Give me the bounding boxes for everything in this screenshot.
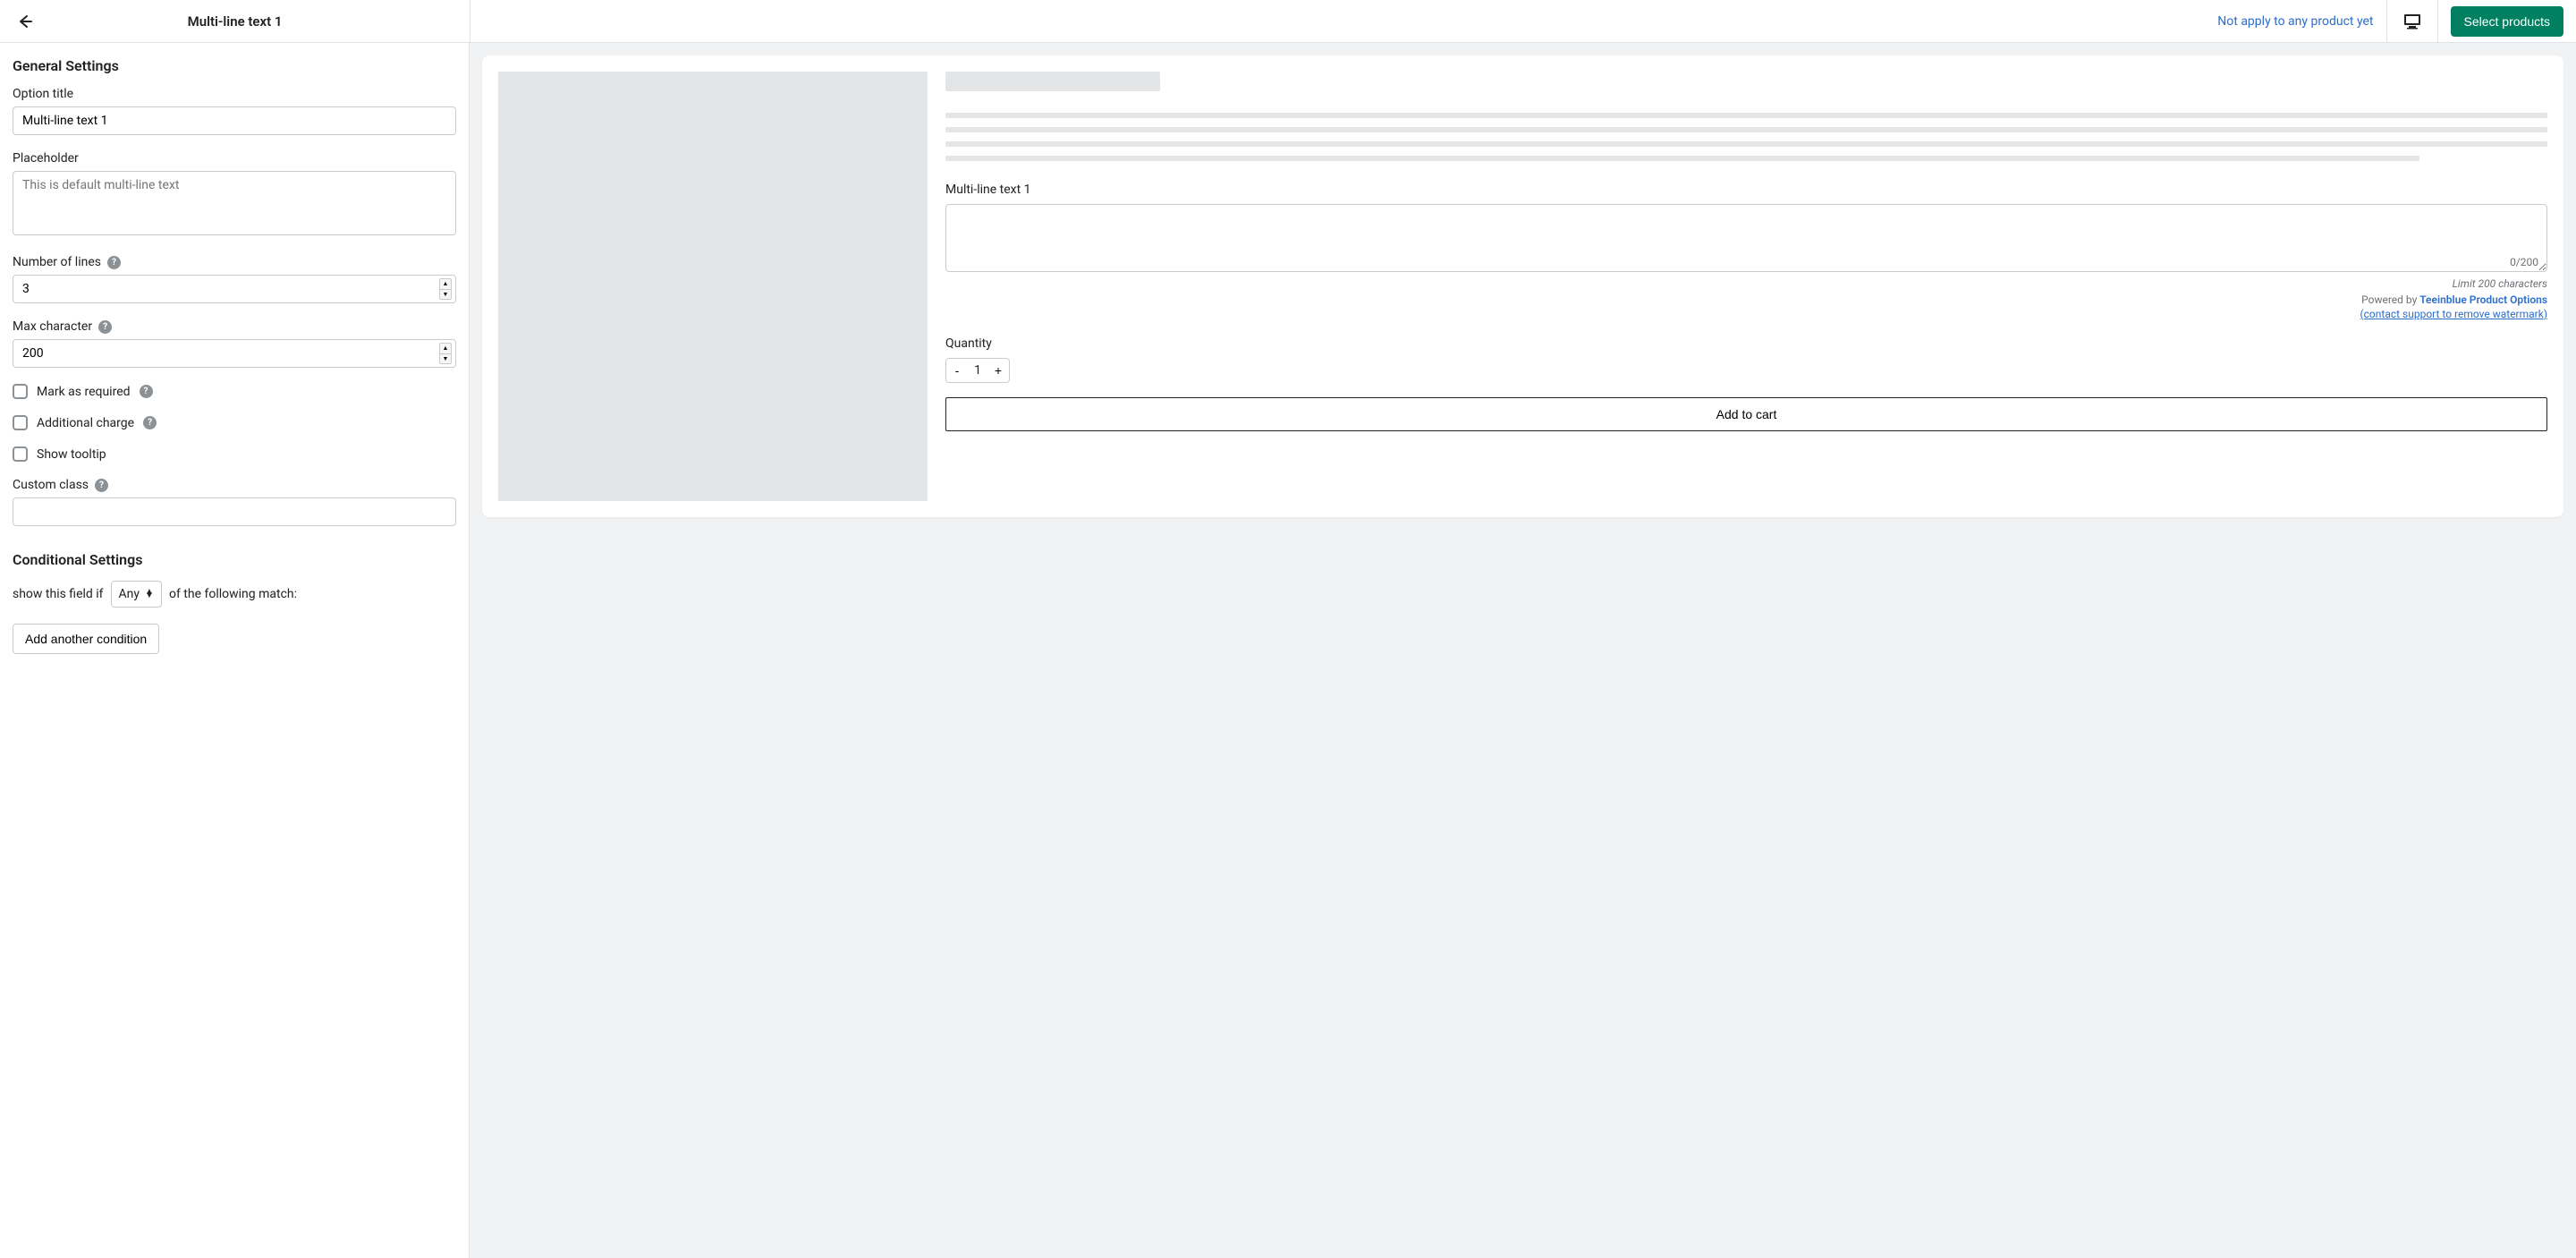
quantity-stepper: - 1 +: [945, 358, 1010, 383]
text-placeholder: [945, 156, 2419, 161]
limit-text: Limit 200 characters: [945, 277, 2547, 290]
condition-suffix-text: of the following match:: [169, 587, 297, 601]
show-tooltip-label: Show tooltip: [37, 447, 106, 462]
quantity-decrement-button[interactable]: -: [946, 359, 968, 382]
max-character-label: Max character: [13, 319, 92, 334]
product-image-placeholder: [498, 72, 928, 501]
number-of-lines-input[interactable]: [13, 275, 456, 303]
preview-panel: Multi-line text 1 0/200 Limit 200 charac…: [470, 43, 2576, 1258]
preview-textarea[interactable]: [945, 204, 2547, 272]
desktop-icon: [2403, 13, 2421, 30]
maxchar-decrement-button[interactable]: ▼: [439, 353, 452, 364]
additional-charge-checkbox[interactable]: [13, 415, 28, 430]
text-placeholder: [945, 141, 2547, 147]
quantity-label: Quantity: [945, 336, 2547, 351]
conditional-settings-heading: Conditional Settings: [13, 551, 456, 568]
select-products-button[interactable]: Select products: [2451, 6, 2564, 37]
mark-required-label: Mark as required: [37, 385, 131, 399]
add-condition-button[interactable]: Add another condition: [13, 624, 159, 654]
option-title-label: Option title: [13, 87, 456, 101]
powered-by-text: Powered by Teeinblue Product Options: [945, 293, 2547, 306]
lines-increment-button[interactable]: ▲: [439, 278, 452, 289]
condition-prefix-text: show this field if: [13, 587, 104, 601]
placeholder-input[interactable]: [13, 171, 456, 235]
preview-field-label: Multi-line text 1: [945, 183, 2547, 197]
additional-charge-label: Additional charge: [37, 416, 134, 430]
select-sort-icon: ▲▼: [145, 591, 154, 598]
help-icon[interactable]: ?: [143, 416, 157, 429]
preview-card: Multi-line text 1 0/200 Limit 200 charac…: [482, 55, 2563, 517]
custom-class-input[interactable]: [13, 497, 456, 526]
quantity-increment-button[interactable]: +: [987, 359, 1009, 382]
general-settings-heading: General Settings: [13, 57, 456, 74]
page-title: Multi-line text 1: [13, 13, 457, 30]
maxchar-increment-button[interactable]: ▲: [439, 343, 452, 353]
not-applied-status: Not apply to any product yet: [2217, 14, 2373, 29]
help-icon[interactable]: ?: [107, 256, 121, 269]
condition-match-value: Any: [119, 587, 140, 601]
powered-by-link[interactable]: Teeinblue Product Options: [2419, 293, 2547, 306]
settings-panel: General Settings Option title Placeholde…: [0, 43, 470, 1258]
lines-decrement-button[interactable]: ▼: [439, 289, 452, 300]
help-icon[interactable]: ?: [98, 320, 112, 334]
number-of-lines-label: Number of lines: [13, 255, 101, 269]
option-title-input[interactable]: [13, 106, 456, 135]
help-icon[interactable]: ?: [140, 385, 153, 398]
mark-required-checkbox[interactable]: [13, 384, 28, 399]
quantity-value: 1: [968, 359, 987, 382]
show-tooltip-checkbox[interactable]: [13, 446, 28, 462]
text-placeholder: [945, 113, 2547, 118]
condition-match-select[interactable]: Any ▲▼: [111, 581, 162, 608]
text-placeholder: [945, 127, 2547, 132]
custom-class-label: Custom class: [13, 478, 89, 492]
viewport-toggle[interactable]: [2386, 0, 2438, 42]
max-character-input[interactable]: [13, 339, 456, 368]
placeholder-label: Placeholder: [13, 151, 456, 166]
title-placeholder: [945, 72, 1160, 91]
add-to-cart-button[interactable]: Add to cart: [945, 397, 2547, 431]
help-icon[interactable]: ?: [95, 479, 108, 492]
watermark-link[interactable]: (contact support to remove watermark): [2360, 308, 2547, 320]
